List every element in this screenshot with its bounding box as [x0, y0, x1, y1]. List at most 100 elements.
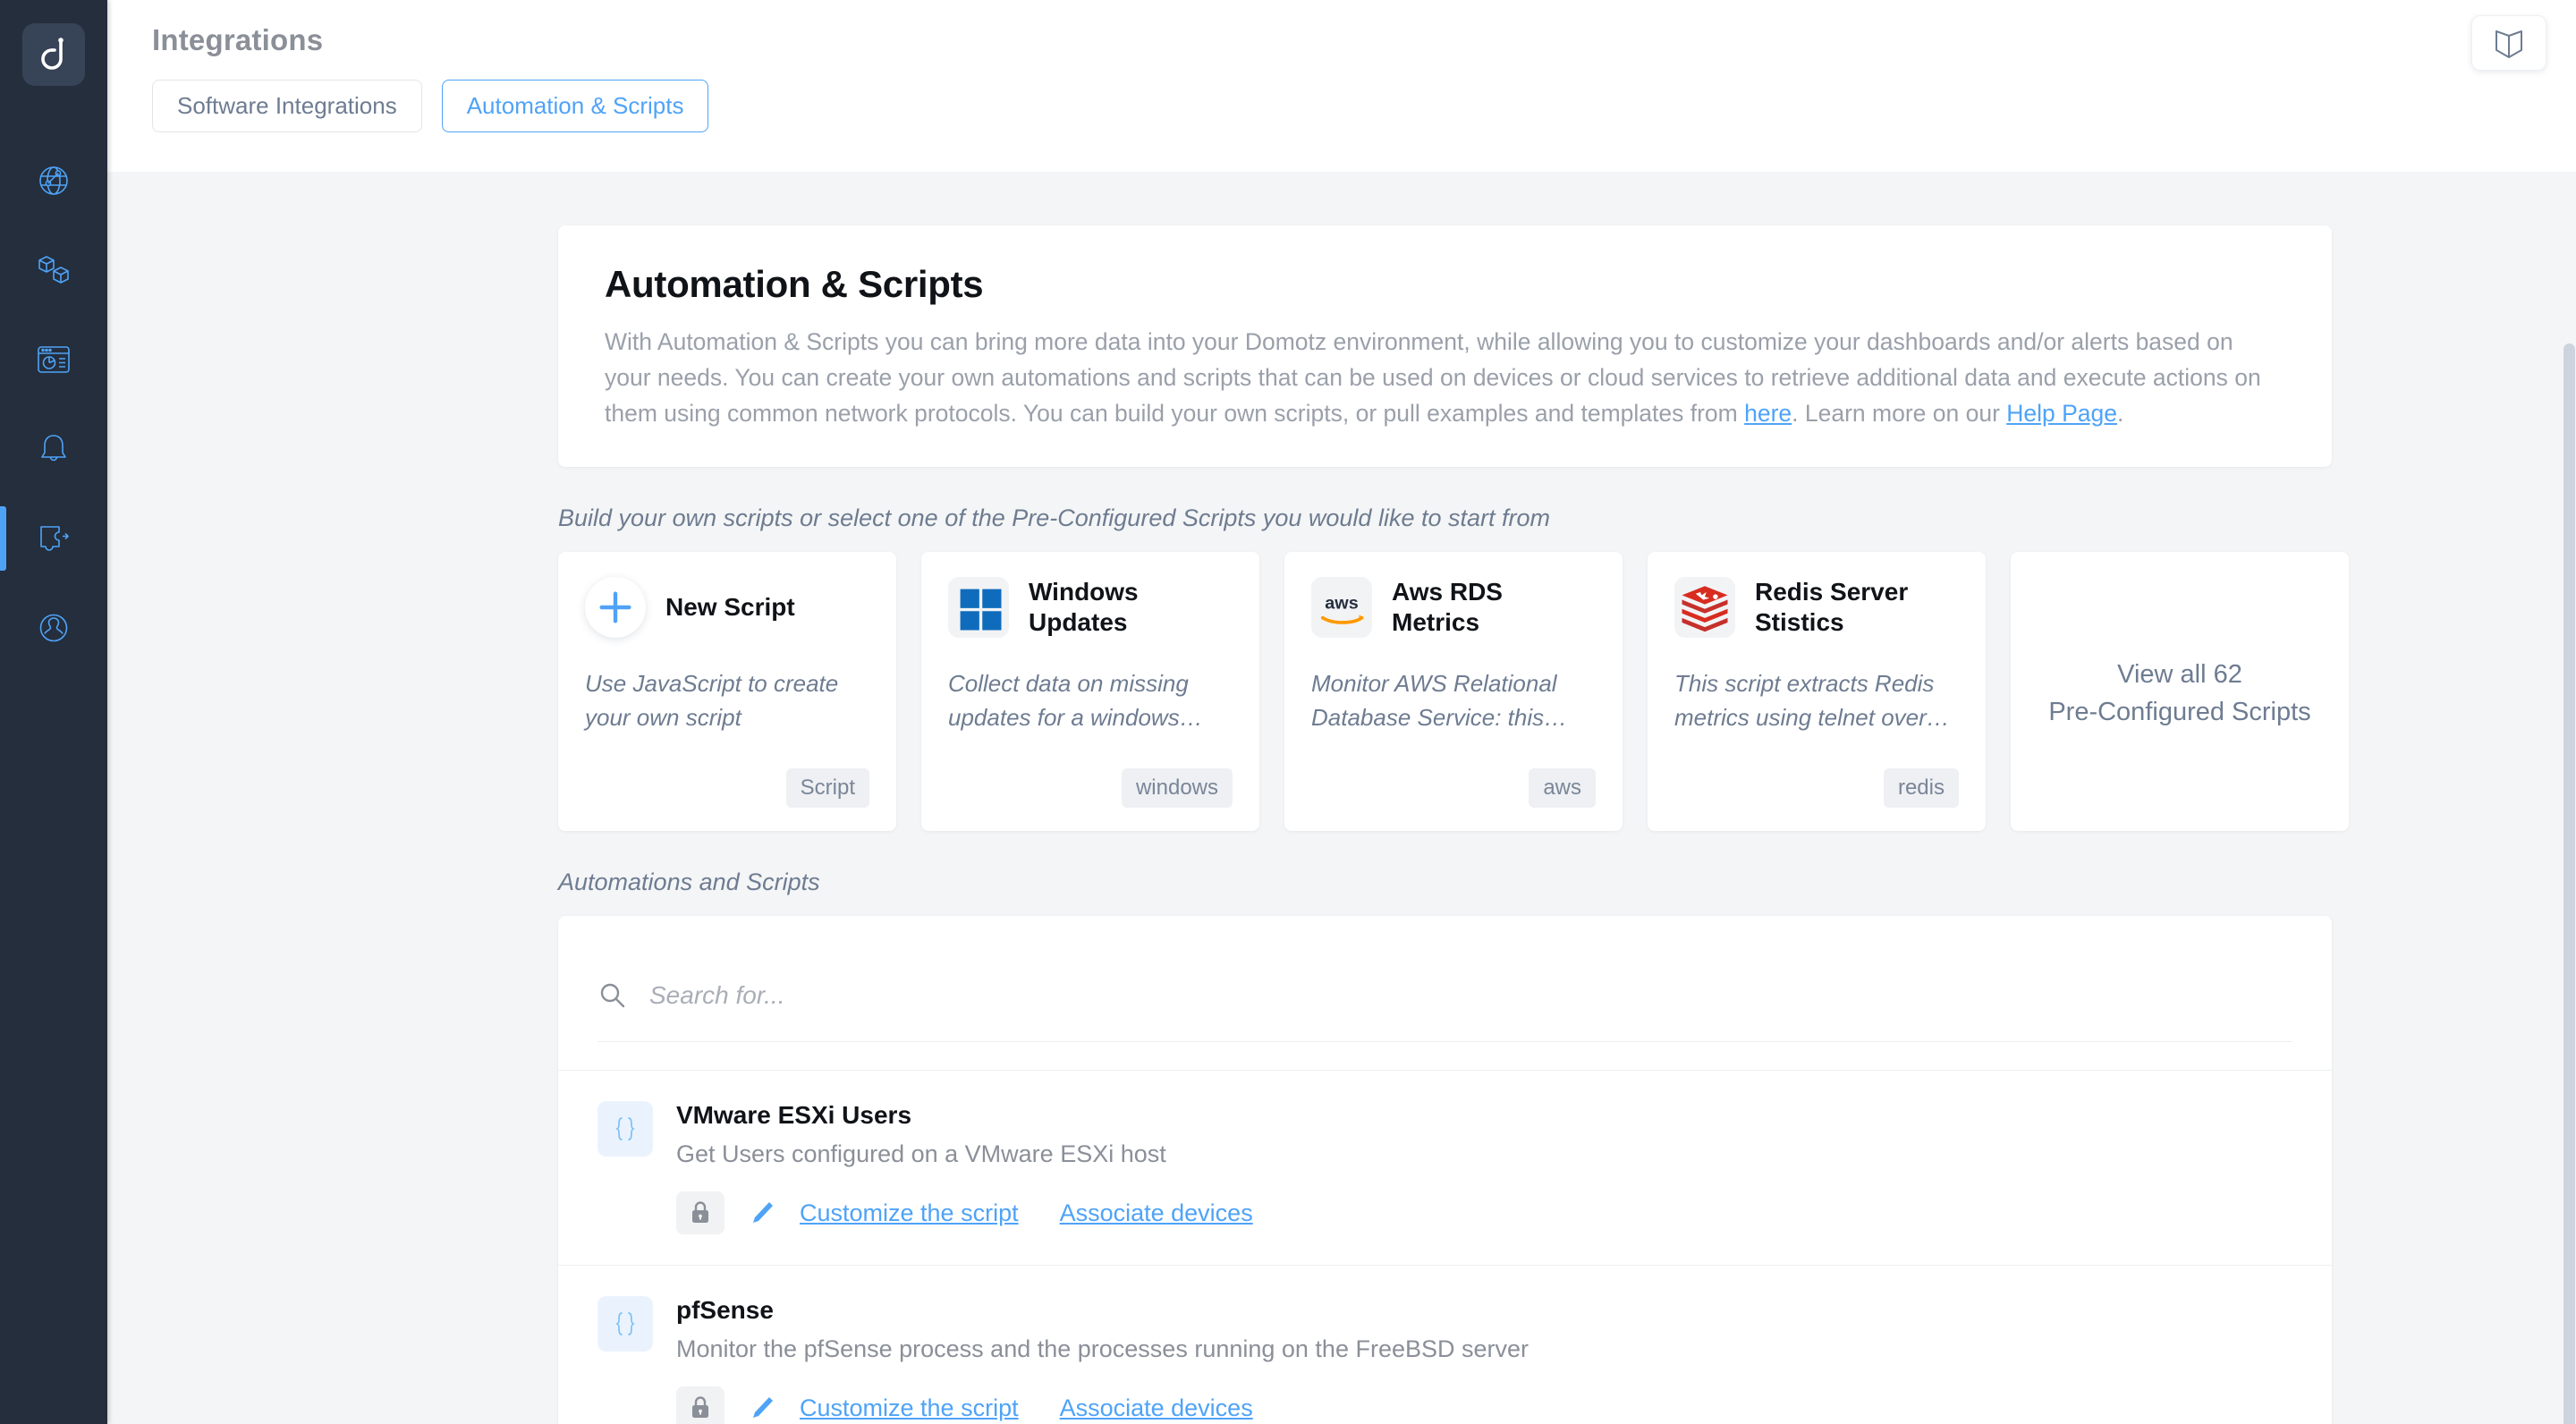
sidebar-item-devices[interactable]	[0, 225, 107, 315]
user-icon	[39, 614, 68, 642]
card-description: This script extracts Redis metrics using…	[1674, 670, 1950, 731]
help-book-button[interactable]	[2471, 15, 2546, 71]
content-scroll-area: Automation & Scripts With Automation & S…	[107, 172, 2576, 1424]
app-root: Integrations Software Integrations Autom…	[0, 0, 2576, 1424]
cubes-icon	[38, 256, 69, 284]
intro-text-2: . Learn more on our	[1792, 400, 2007, 427]
card-title: Windows Updates	[1029, 578, 1139, 636]
lock-icon[interactable]	[676, 1191, 724, 1234]
card-title: Aws RDS Metrics	[1392, 578, 1503, 636]
sidebar	[0, 0, 107, 1424]
card-title: New Script	[665, 593, 795, 621]
card-tag: aws	[1529, 768, 1596, 808]
card-windows-updates[interactable]: Windows Updates Collect data on missing …	[921, 552, 1259, 831]
card-view-all-scripts[interactable]: View all 62 Pre-Configured Scripts	[2011, 552, 2349, 831]
aws-logo-glyph-icon: aws	[1320, 593, 1364, 624]
page-title: Integrations	[152, 23, 324, 56]
list-item[interactable]: pfSense Monitor the pfSense process and …	[558, 1265, 2332, 1424]
customize-the-script-link[interactable]: Customize the script	[800, 1199, 1019, 1227]
list-item[interactable]: VMware ESXi Users Get Users configured o…	[558, 1070, 2332, 1265]
bell-icon	[41, 435, 66, 462]
windows-logo-glyph-icon	[960, 589, 1002, 631]
content-inner: Automation & Scripts With Automation & S…	[107, 225, 2576, 1424]
card-head: aws Aws RDS Metrics	[1311, 577, 1596, 638]
curly-braces-icon	[597, 1296, 653, 1352]
card-redis-server-stistics[interactable]: Redis Server Stistics This script extrac…	[1648, 552, 1986, 831]
aws-logo-icon: aws	[1311, 577, 1372, 638]
list-item-title: pfSense	[676, 1296, 774, 1324]
redis-logo-icon	[1674, 577, 1735, 638]
search-icon	[597, 980, 628, 1011]
main-area: Integrations Software Integrations Autom…	[107, 0, 2576, 1424]
sidebar-item-dashboard[interactable]	[0, 315, 107, 404]
preconfigured-scripts-label: Build your own scripts or select one of …	[558, 504, 1550, 531]
globe-network-icon	[39, 166, 68, 195]
lock-icon[interactable]	[676, 1386, 724, 1424]
help-page-link[interactable]: Help Page	[2006, 400, 2117, 427]
card-head: New Script	[585, 577, 869, 638]
associate-devices-link[interactable]: Associate devices	[1060, 1394, 1253, 1422]
tab-software-integrations[interactable]: Software Integrations	[152, 80, 422, 132]
curly-braces-glyph-icon	[615, 1312, 635, 1335]
lock-glyph-icon	[692, 1396, 708, 1418]
list-item-description: Monitor the pfSense process and the proc…	[676, 1335, 1530, 1362]
intro-title: Automation & Scripts	[605, 263, 984, 305]
card-aws-rds-metrics[interactable]: aws Aws RDS Metrics Monitor AWS Relation…	[1284, 552, 1623, 831]
sidebar-item-integrations[interactable]	[0, 494, 107, 583]
card-tag: redis	[1883, 768, 1959, 808]
card-head: Windows Updates	[948, 577, 1233, 638]
tab-automation-scripts[interactable]: Automation & Scripts	[441, 80, 709, 132]
list-item-body: VMware ESXi Users Get Users configured o…	[676, 1101, 2292, 1234]
search-row	[558, 916, 2332, 1070]
dashboard-icon	[38, 346, 70, 373]
pencil-icon[interactable]	[748, 1394, 776, 1422]
list-item-title: VMware ESXi Users	[676, 1101, 912, 1129]
card-head: Redis Server Stistics	[1674, 577, 1959, 638]
automations-and-scripts-label: Automations and Scripts	[558, 869, 820, 895]
search-input[interactable]	[649, 980, 2292, 1010]
sidebar-item-account[interactable]	[0, 583, 107, 673]
curly-braces-glyph-icon	[615, 1117, 635, 1140]
intro-card: Automation & Scripts With Automation & S…	[558, 225, 2332, 467]
customize-the-script-link[interactable]: Customize the script	[800, 1394, 1019, 1422]
sidebar-nav	[0, 136, 107, 673]
intro-text-3: .	[2117, 400, 2124, 427]
card-description: Use JavaScript to create your own script	[585, 670, 839, 731]
book-icon	[2496, 30, 2522, 58]
tabs: Software Integrations Automation & Scrip…	[152, 80, 2576, 132]
preconfigured-cards-row: New Script Use JavaScript to create your…	[558, 552, 2576, 831]
card-tag: Script	[785, 768, 869, 808]
domotz-logo[interactable]	[22, 23, 85, 86]
search-wrap	[597, 980, 2292, 1042]
svg-text:aws: aws	[1325, 593, 1358, 613]
list-item-actions: Customize the script Associate devices	[676, 1386, 2292, 1424]
topbar: Integrations Software Integrations Autom…	[107, 0, 2576, 172]
domotz-logo-icon	[41, 38, 64, 70]
card-description: Collect data on missing updates for a wi…	[948, 670, 1203, 731]
here-link[interactable]: here	[1744, 400, 1792, 427]
sidebar-item-alerts[interactable]	[0, 404, 107, 494]
puzzle-piece-icon	[40, 526, 69, 551]
curly-braces-icon	[597, 1101, 653, 1157]
card-new-script[interactable]: New Script Use JavaScript to create your…	[558, 552, 896, 831]
automations-list-panel: VMware ESXi Users Get Users configured o…	[558, 916, 2332, 1424]
view-all-line-1: View all 62	[2117, 660, 2242, 689]
view-all-line-2: Pre-Configured Scripts	[2048, 698, 2311, 726]
intro-paragraph: With Automation & Scripts you can bring …	[605, 324, 2285, 431]
pencil-icon[interactable]	[748, 1199, 776, 1227]
scrollbar-thumb[interactable]	[2563, 343, 2575, 1424]
plus-icon	[585, 577, 646, 638]
windows-logo-icon	[948, 577, 1009, 638]
pencil-glyph-icon	[753, 1202, 773, 1223]
pencil-glyph-icon	[753, 1397, 773, 1418]
sidebar-item-network[interactable]	[0, 136, 107, 225]
lock-glyph-icon	[692, 1201, 708, 1223]
card-tag: windows	[1121, 768, 1233, 808]
associate-devices-link[interactable]: Associate devices	[1060, 1199, 1253, 1227]
vertical-scrollbar[interactable]	[2563, 343, 2576, 1424]
list-item-actions: Customize the script Associate devices	[676, 1191, 2292, 1234]
list-item-body: pfSense Monitor the pfSense process and …	[676, 1296, 2292, 1424]
plus-glyph-icon	[599, 591, 631, 623]
card-description: Monitor AWS Relational Database Service:…	[1311, 670, 1568, 731]
redis-logo-glyph-icon	[1682, 586, 1728, 632]
